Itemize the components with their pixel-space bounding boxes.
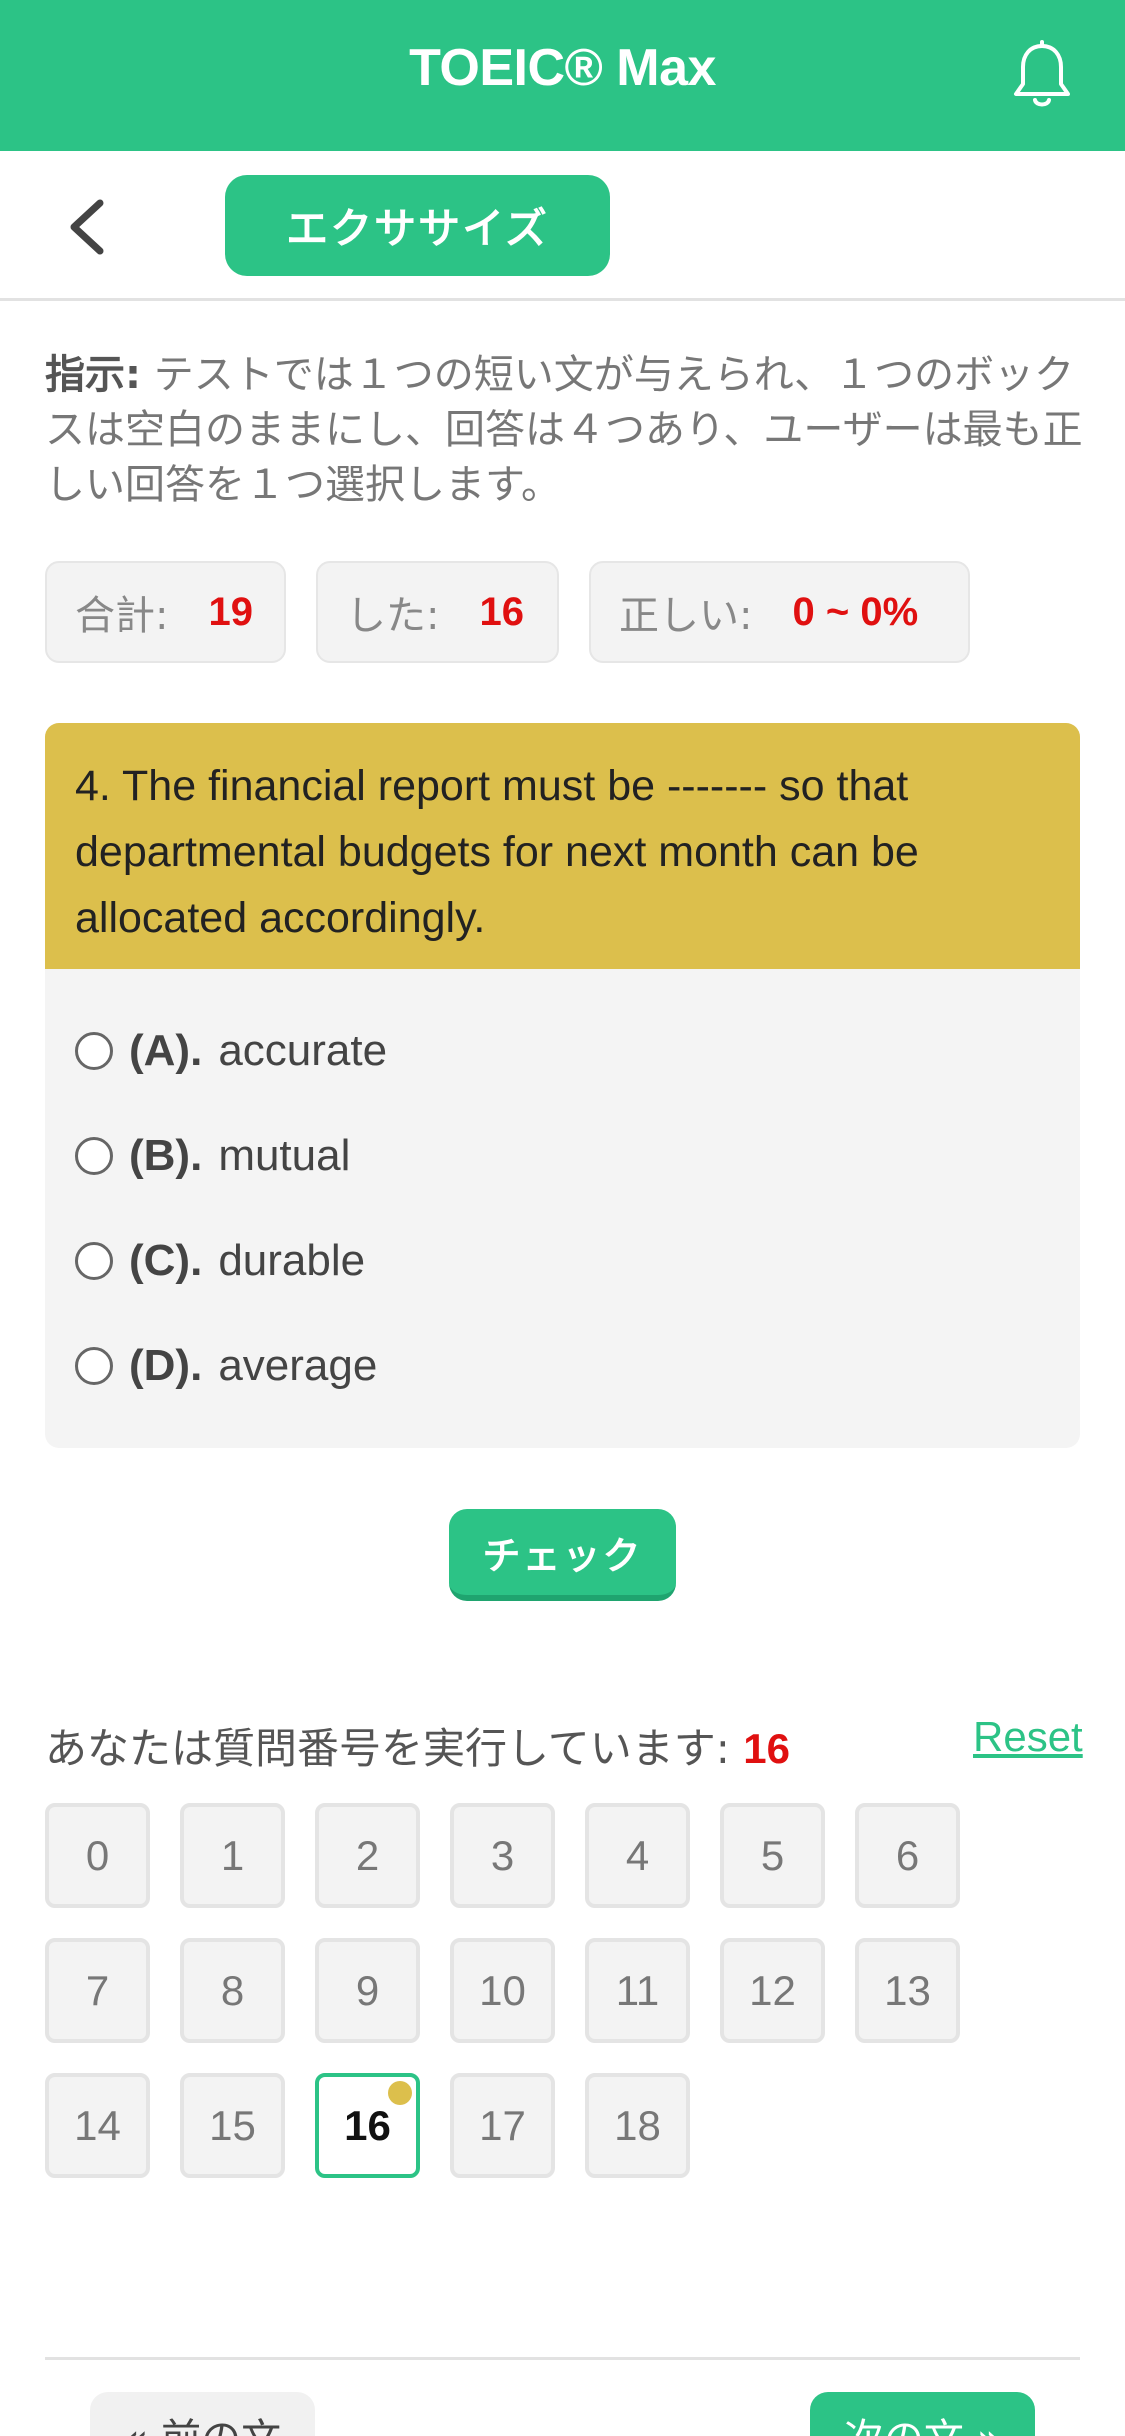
option-c[interactable]: (C). durable [75,1226,365,1296]
question-number-button[interactable]: 8 [180,1938,285,2043]
app-header: TOEIC® Max [0,0,1125,151]
question-card: 4. The financial report must be ------- … [45,723,1080,1448]
option-d[interactable]: (D). average [75,1331,377,1401]
question-number-button[interactable]: 5 [720,1803,825,1908]
current-indicator-dot [388,2081,412,2105]
stat-correct-value: 0 ~ 0% [792,589,919,634]
instructions-text: テストでは１つの短い文が与えられ、１つのボックスは空白のままにし、回答は４つあり… [45,352,1083,508]
stats-row: 合計: 19 した: 16 正しい: 0 ~ 0% [45,561,970,663]
bell-icon[interactable] [1010,40,1074,112]
question-number-button[interactable]: 1 [180,1803,285,1908]
question-number-button[interactable]: 10 [450,1938,555,2043]
question-number-button[interactable]: 14 [45,2073,150,2178]
stat-done: した: 16 [316,561,559,663]
stat-done-value: 16 [479,589,524,634]
option-key: (C). [129,1236,203,1285]
check-button[interactable]: チェック [449,1509,676,1601]
divider [45,2357,1080,2360]
sub-toolbar: エクササイズ [0,151,1125,301]
option-text: accurate [218,1026,388,1075]
question-number-button[interactable]: 12 [720,1938,825,2043]
chevron-left-icon[interactable] [60,197,120,257]
exercise-mode-button[interactable]: エクササイズ [225,175,610,276]
question-number-button[interactable]: 11 [585,1938,690,2043]
option-key: (A). [129,1026,203,1075]
question-number-button[interactable]: 3 [450,1803,555,1908]
stat-total-value: 19 [208,589,253,634]
radio-button[interactable] [75,1137,113,1175]
question-number-button[interactable]: 7 [45,1938,150,2043]
radio-button[interactable] [75,1032,113,1070]
next-sentence-button[interactable]: 次の文 » [810,2392,1035,2436]
radio-button[interactable] [75,1242,113,1280]
option-key: (D). [129,1341,203,1390]
option-text: durable [218,1236,366,1285]
question-number-button[interactable]: 4 [585,1803,690,1908]
question-number-button[interactable]: 0 [45,1803,150,1908]
question-number-button[interactable]: 13 [855,1938,960,2043]
question-number-button[interactable]: 15 [180,2073,285,2178]
stat-done-label: した: [346,593,440,639]
question-number-button[interactable]: 2 [315,1803,420,1908]
question-number-button[interactable]: 9 [315,1938,420,2043]
question-number-button[interactable]: 17 [450,2073,555,2178]
option-b[interactable]: (B). mutual [75,1121,350,1191]
current-question-number: 16 [743,1725,790,1772]
app-title: TOEIC® Max [409,39,716,97]
running-question-text: あなたは質問番号を実行しています: 16 [45,1715,790,1776]
instructions-label: 指示: [45,352,141,398]
stat-total-label: 合計: [75,593,169,639]
question-number-label: 16 [344,2101,391,2149]
stat-correct: 正しい: 0 ~ 0% [589,561,970,663]
question-text: 4. The financial report must be ------- … [45,723,1080,969]
radio-button[interactable] [75,1347,113,1385]
question-number-button[interactable]: 6 [855,1803,960,1908]
question-number-button[interactable]: 18 [585,2073,690,2178]
question-number-button-current[interactable]: 16 [315,2073,420,2178]
stat-correct-label: 正しい: [619,593,753,639]
instructions: 指示: テストでは１つの短い文が与えられ、１つのボックスは空白のままにし、回答は… [45,348,1085,513]
option-key: (B). [129,1131,203,1180]
option-text: mutual [218,1131,351,1180]
stat-total: 合計: 19 [45,561,286,663]
option-a[interactable]: (A). accurate [75,1016,387,1086]
running-label: あなたは質問番号を実行しています: [45,1724,730,1773]
option-text: average [218,1341,378,1390]
previous-sentence-button[interactable]: « 前の文 [90,2392,315,2436]
reset-link[interactable]: Reset [973,1713,1083,1761]
